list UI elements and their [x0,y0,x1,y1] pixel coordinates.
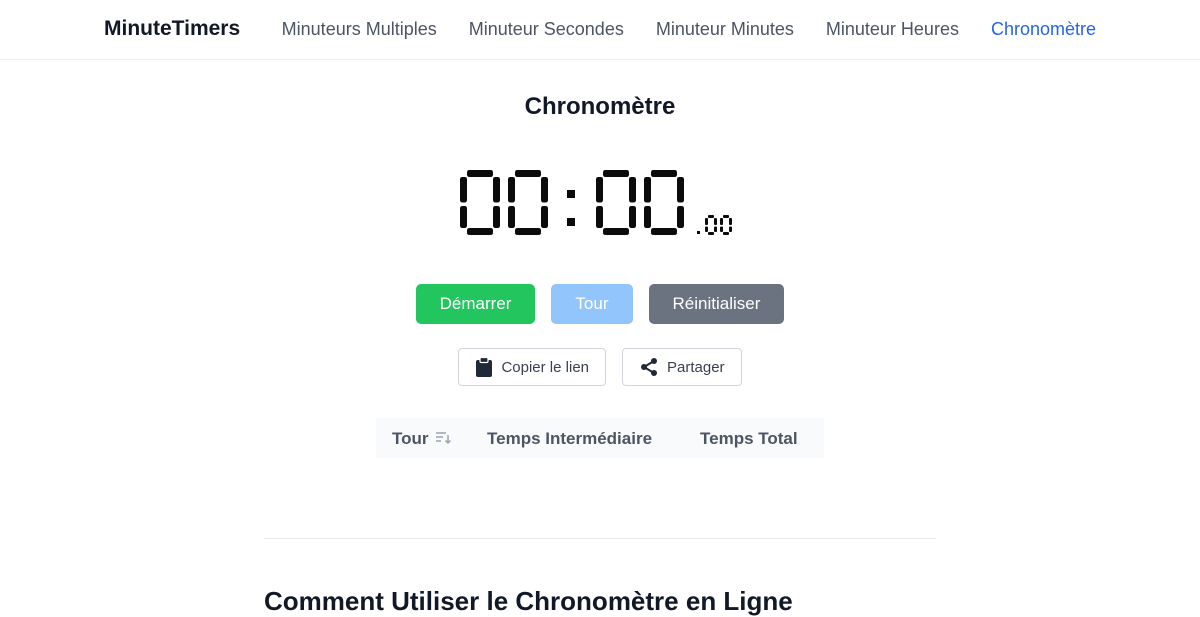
timer-digit [508,170,548,235]
share-controls: Copier le lien Partager [0,348,1200,386]
lap-button[interactable]: Tour [551,284,633,324]
share-label: Partager [667,358,725,376]
clipboard-icon [475,357,493,377]
timer-separator [564,170,578,240]
share-icon [639,357,659,377]
navbar: MinuteTimers Minuteurs Multiples Minuteu… [0,0,1200,60]
timer-minutes [460,170,548,235]
section-heading: Comment Utiliser le Chronomètre en Ligne [264,586,793,616]
laps-table: Tour Temps Intermédiaire Temps Total [376,418,824,458]
timer-digit [644,170,684,235]
copy-link-button[interactable]: Copier le lien [458,348,606,386]
column-header-lap[interactable]: Tour [392,429,451,449]
copy-link-label: Copier le lien [501,358,589,376]
colon-icon [567,190,575,226]
decimal-point-icon [697,231,700,234]
nav-link-seconds-timer[interactable]: Minuteur Secondes [469,19,624,40]
timer-digit [596,170,636,235]
nav-links: Minuteurs Multiples Minuteur Secondes Mi… [282,19,1096,40]
section-divider [264,538,936,539]
timer-seconds [596,170,684,235]
timer-digit [705,215,717,235]
page-title: Chronomètre [524,93,676,120]
timer-display [0,160,1200,250]
timer-controls: Démarrer Tour Réinitialiser [0,284,1200,324]
timer-digit [460,170,500,235]
brand-logo[interactable]: MinuteTimers [104,17,240,41]
timer-digit [720,215,732,235]
reset-button[interactable]: Réinitialiser [648,284,785,324]
column-header-split-time: Temps Intermédiaire [487,429,653,448]
timer-hundredths [696,215,732,235]
nav-link-multiple-timers[interactable]: Minuteurs Multiples [282,19,437,40]
nav-link-minutes-timer[interactable]: Minuteur Minutes [656,19,794,40]
sort-icon[interactable] [435,429,451,449]
share-button[interactable]: Partager [622,348,742,386]
nav-link-hours-timer[interactable]: Minuteur Heures [826,19,959,40]
column-header-total-time: Temps Total [700,429,798,448]
start-button[interactable]: Démarrer [415,284,536,324]
nav-link-stopwatch[interactable]: Chronomètre [991,19,1096,40]
